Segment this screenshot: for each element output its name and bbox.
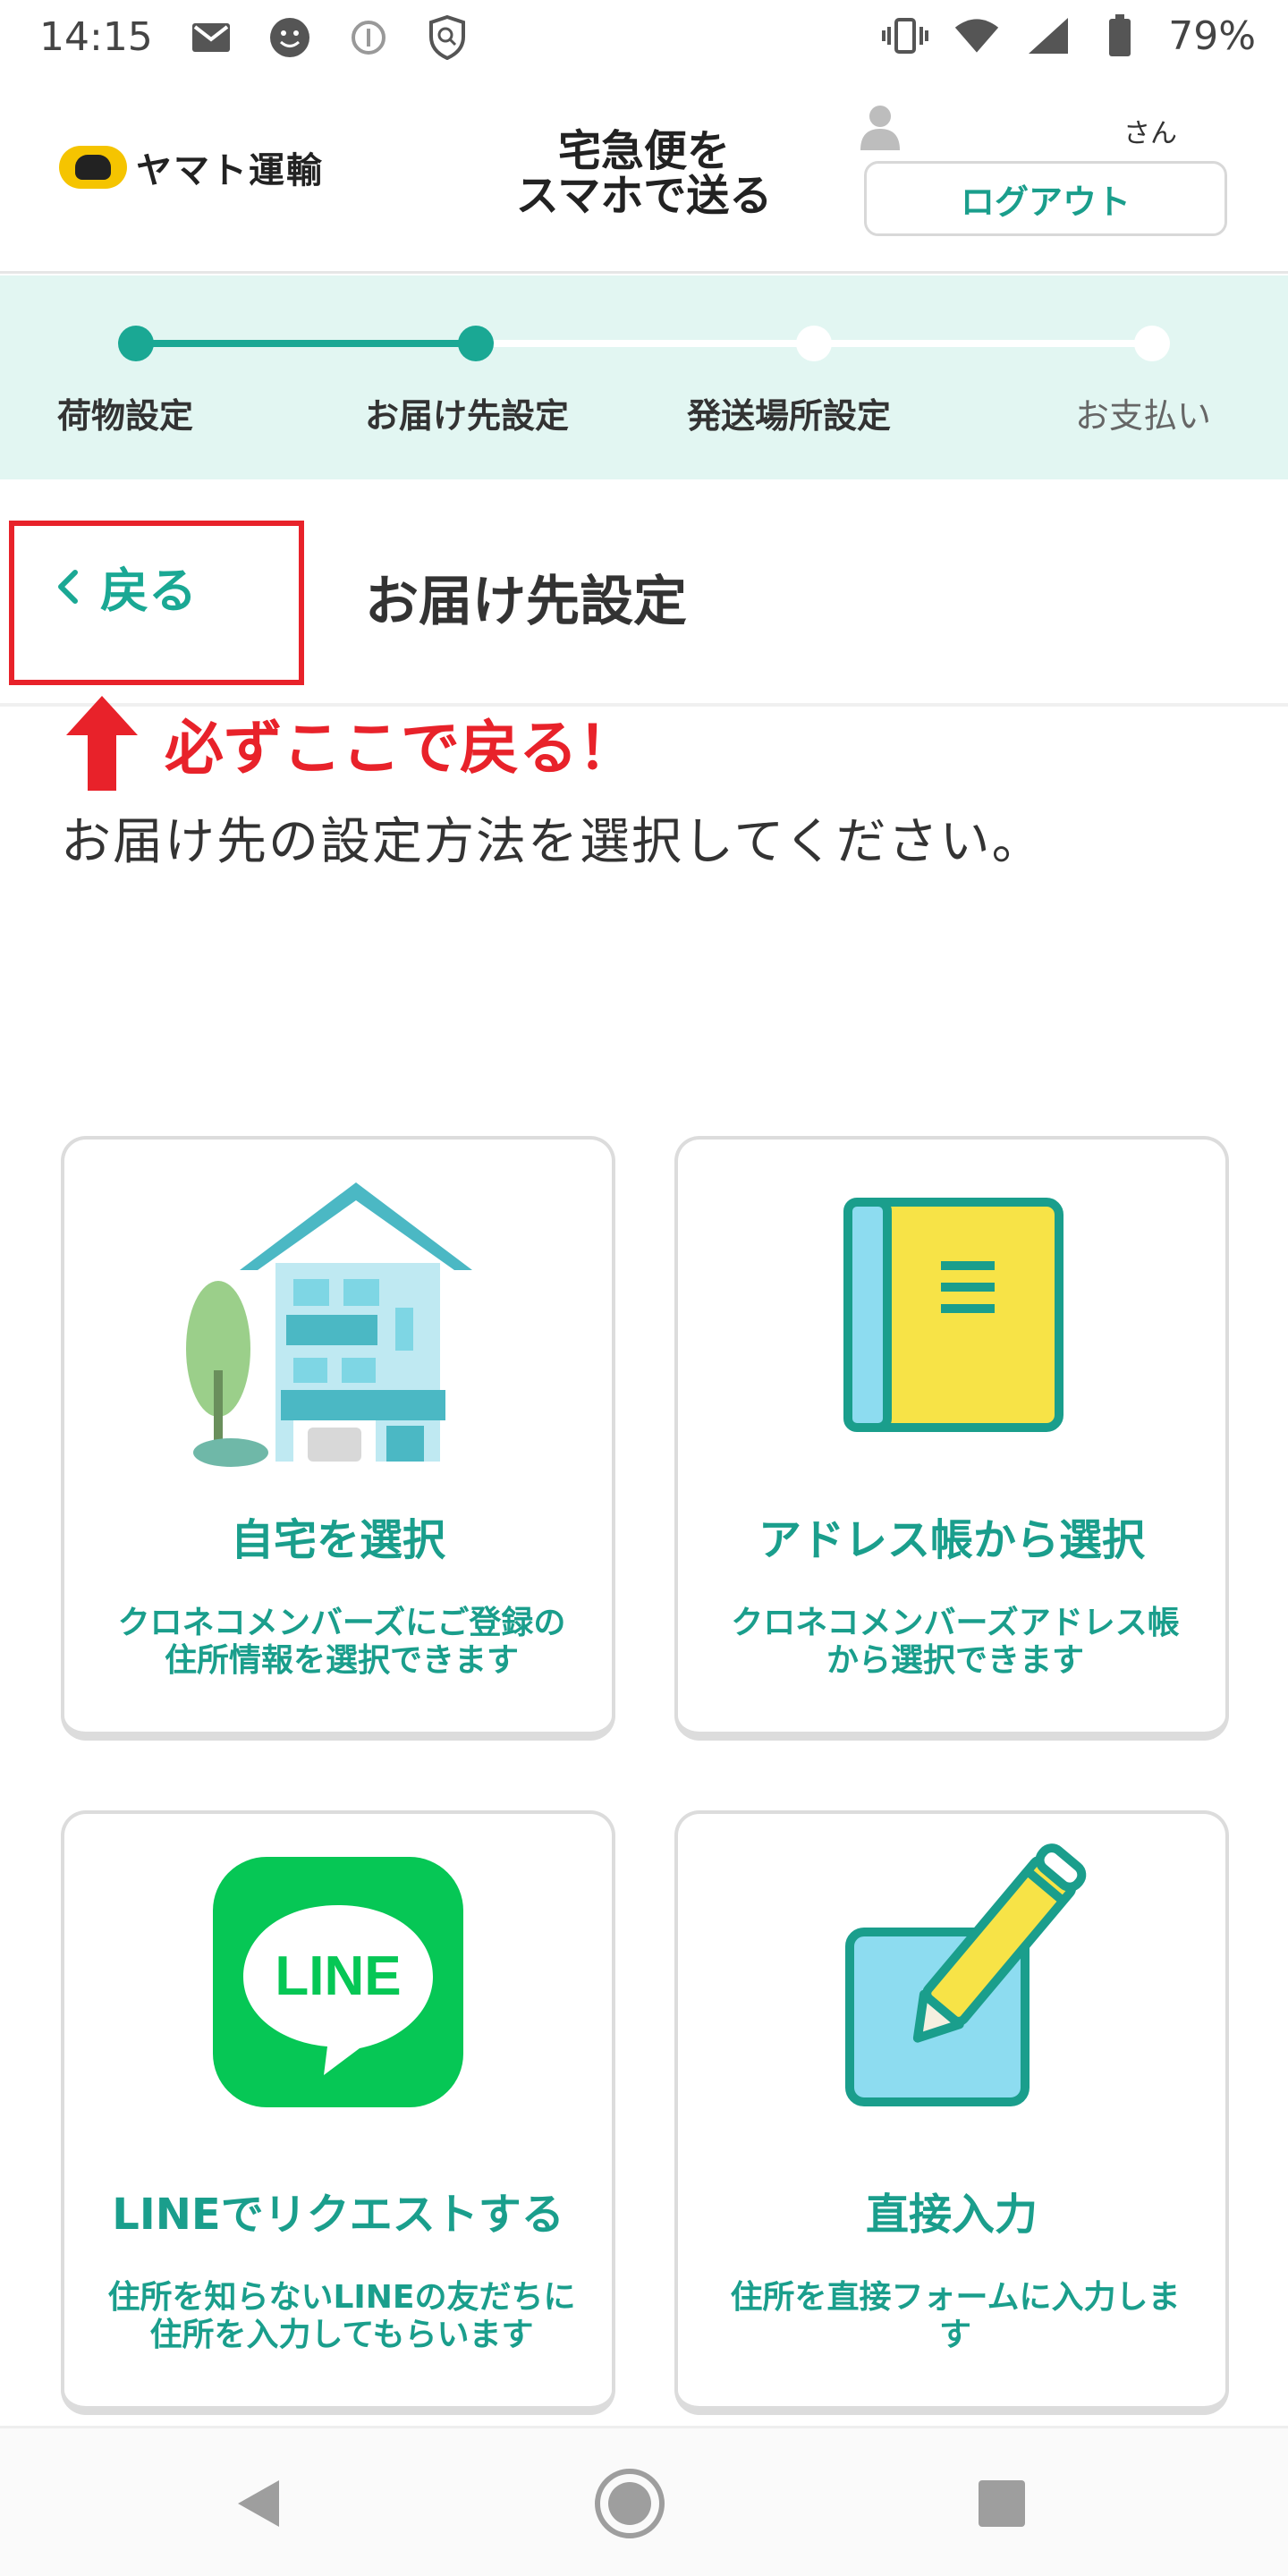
- option-desc-line1: 住所を知らないLINEの友だちに: [107, 2279, 576, 2316]
- instruction-text: お届け先の設定方法を選択してください。: [61, 813, 1044, 871]
- option-desc-line2: 住所を入力してもらいます: [149, 2317, 534, 2353]
- gmail-icon: [188, 14, 234, 61]
- logout-button[interactable]: ログアウト: [864, 161, 1227, 236]
- black-cat-logo-icon: [59, 146, 127, 189]
- option-title-line: LINEでリクエストする: [112, 2190, 564, 2240]
- status-icons-right: 79%: [882, 13, 1256, 59]
- battery-percent: 79%: [1168, 13, 1256, 59]
- service-title-line2: スマホで送る: [515, 171, 773, 221]
- step-label-3: 発送場所設定: [687, 396, 892, 436]
- step-dot-4: [1134, 326, 1170, 361]
- status-time: 14:15: [39, 14, 153, 60]
- option-desc-line1: 住所を直接フォームに入力しま: [730, 2279, 1181, 2316]
- brand-name: ヤマト運輸: [136, 150, 324, 191]
- progress-stepper: 荷物設定 お届け先設定 発送場所設定 お支払い: [0, 275, 1288, 479]
- app-header: ヤマト運輸 宅急便を スマホで送る さん ログアウト: [0, 79, 1288, 274]
- pencil-form-icon: [845, 1843, 1087, 2106]
- option-desc-address-book: クロネコメンバーズアドレス帳 から選択できます: [696, 1605, 1215, 1680]
- info-icon: [345, 14, 392, 61]
- recents-nav-icon[interactable]: [966, 2468, 1038, 2539]
- annotation-highlight-box: [9, 521, 304, 685]
- step-dot-1: [118, 326, 154, 361]
- step-dot-2: [458, 326, 494, 361]
- step-dot-3: [796, 326, 832, 361]
- option-card-direct-input[interactable]: 直接入力 住所を直接フォームに入力しま す: [674, 1810, 1229, 2415]
- option-desc-line1: クロネコメンバーズにご登録の: [117, 1605, 566, 1641]
- option-title-direct-input: 直接入力: [865, 2190, 1038, 2240]
- option-desc-home: クロネコメンバーズにご登録の 住所情報を選択できます: [82, 1605, 601, 1680]
- option-card-address-book[interactable]: アドレス帳から選択 クロネコメンバーズアドレス帳 から選択できます: [674, 1136, 1229, 1741]
- address-book-icon: [843, 1198, 1063, 1432]
- step-label-2: お届け先設定: [365, 396, 570, 436]
- brand-logo[interactable]: ヤマト運輸: [59, 141, 324, 193]
- status-bar: 14:15 79%: [0, 0, 1288, 79]
- option-desc-direct-input: 住所を直接フォームに入力しま す: [696, 2279, 1215, 2354]
- option-desc-line2: 住所情報を選択できます: [164, 1642, 519, 1679]
- battery-icon: [1097, 13, 1143, 59]
- home-nav-icon[interactable]: [594, 2468, 665, 2539]
- android-nav-bar: [0, 2426, 1288, 2576]
- status-icons-left: [188, 14, 470, 61]
- option-desc-line2: す: [938, 2317, 971, 2353]
- step-track-done: [136, 340, 476, 347]
- vibrate-icon: [882, 13, 929, 59]
- user-avatar-icon: [859, 104, 902, 150]
- option-desc-line: 住所を知らないLINEの友だちに 住所を入力してもらいます: [82, 2279, 601, 2354]
- house-icon: [186, 1182, 472, 1467]
- vpn-shield-icon: [424, 14, 470, 61]
- option-title-address-book: アドレス帳から選択: [758, 1515, 1145, 1565]
- up-arrow-icon: [66, 696, 138, 791]
- step-label-4: お支払い: [1075, 396, 1212, 436]
- option-desc-line2: から選択できます: [826, 1642, 1084, 1679]
- user-name-suffix: さん: [1123, 118, 1177, 149]
- wifi-icon: [953, 13, 1000, 59]
- back-nav-icon[interactable]: [222, 2468, 293, 2539]
- service-title-line1: 宅急便を: [557, 126, 730, 176]
- option-title-home: 自宅を選択: [230, 1515, 445, 1565]
- line-logo-text: LINE: [275, 1945, 401, 2007]
- option-card-home[interactable]: 自宅を選択 クロネコメンバーズにご登録の 住所情報を選択できます: [61, 1136, 615, 1741]
- face-icon: [267, 14, 313, 61]
- option-card-line[interactable]: LINE LINEでリクエストする 住所を知らないLINEの友だちに 住所を入力…: [61, 1810, 615, 2415]
- annotation: 必ずここで戻る！: [64, 694, 637, 792]
- line-icon: LINE: [213, 1857, 463, 2107]
- option-desc-line1: クロネコメンバーズアドレス帳: [731, 1605, 1180, 1641]
- page-title: お届け先設定: [365, 571, 687, 633]
- service-title: 宅急便を スマホで送る: [510, 129, 778, 218]
- annotation-text: 必ずここで戻る！: [165, 714, 637, 783]
- signal-icon: [1025, 13, 1072, 59]
- step-label-1: 荷物設定: [57, 396, 194, 436]
